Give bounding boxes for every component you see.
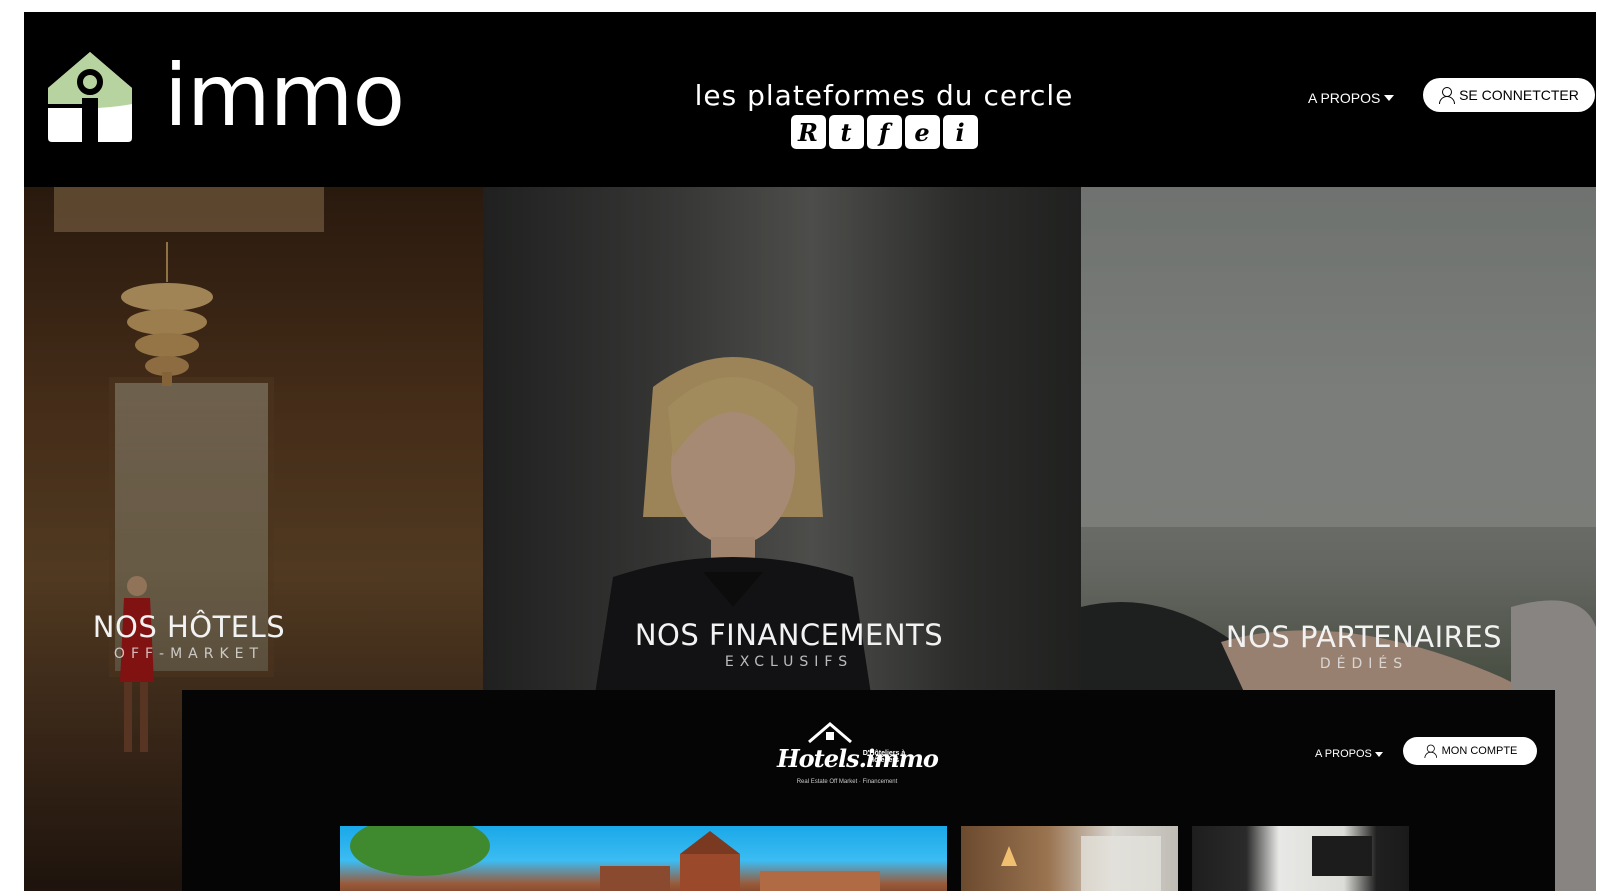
hotels-label: NOS HÔTELS OFF-MARKET: [24, 610, 354, 662]
login-label: SE CONNETCTER: [1459, 87, 1579, 103]
logo-wordmark: immo: [164, 46, 405, 146]
bathroom-thumbnail[interactable]: [1192, 826, 1409, 891]
inset-about-dropdown[interactable]: A PROPOS: [1315, 748, 1383, 760]
page-frame: immo les plateformes du cercle R t f e i…: [24, 12, 1596, 891]
cercle-tile: f: [866, 115, 902, 149]
cercle-tile: i: [942, 115, 978, 149]
caret-down-icon: [1384, 95, 1395, 101]
immo-logo[interactable]: immo: [44, 46, 405, 146]
about-label: A PROPOS: [1308, 90, 1381, 106]
financements-subtitle: EXCLUSIFS: [724, 653, 854, 670]
inset-about-label: A PROPOS: [1315, 748, 1372, 760]
hotels-immo-logo[interactable]: D'Hôteliers à Hôteliers Hotels.immo Real…: [777, 722, 939, 788]
hotels-subtitle: OFF-MARKET: [113, 645, 265, 662]
financements-label: NOS FINANCEMENTS EXCLUSIFS: [569, 618, 1009, 670]
site-header: immo les plateformes du cercle R t f e i…: [24, 12, 1596, 187]
castle-thumbnail[interactable]: [340, 826, 947, 891]
partenaires-title: NOS PARTENAIRES: [1225, 620, 1503, 654]
cercle-tile: e: [904, 115, 940, 149]
partenaires-subtitle: DÉDIÉS: [1319, 655, 1409, 672]
brand-tagline: Real Estate Off Market · Financement: [796, 779, 898, 785]
cercle-letter-tiles: R t f e i: [664, 115, 1104, 149]
bathroom-image: [1312, 836, 1372, 876]
house-roof-icon: [808, 722, 852, 744]
cercle-tile: t: [828, 115, 864, 149]
account-button[interactable]: MON COMPTE: [1403, 737, 1537, 765]
account-label: MON COMPTE: [1441, 745, 1518, 757]
about-dropdown[interactable]: A PROPOS: [1308, 90, 1395, 106]
cercle-tile: R: [790, 115, 826, 149]
caret-down-icon: [1374, 751, 1383, 757]
user-icon: [1439, 87, 1456, 104]
hotel-room-image: [1001, 836, 1161, 891]
hotel-room-thumbnail[interactable]: [961, 826, 1178, 891]
financements-title: NOS FINANCEMENTS: [634, 618, 944, 652]
hotels-immo-preview: D'Hôteliers à Hôteliers Hotels.immo Real…: [182, 690, 1555, 891]
castle-image: [350, 826, 880, 891]
hotels-title: NOS HÔTELS: [92, 610, 286, 644]
cercle-branding: les plateformes du cercle R t f e i: [664, 82, 1104, 149]
user-icon: [1424, 744, 1437, 759]
house-logo-icon: [48, 52, 132, 142]
brand-name: Hotels.immo: [777, 744, 939, 773]
partenaires-label: NOS PARTENAIRES DÉDIÉS: [1209, 620, 1519, 672]
cercle-tagline: les plateformes du cercle: [694, 79, 1074, 112]
login-button[interactable]: SE CONNETCTER: [1423, 78, 1595, 112]
